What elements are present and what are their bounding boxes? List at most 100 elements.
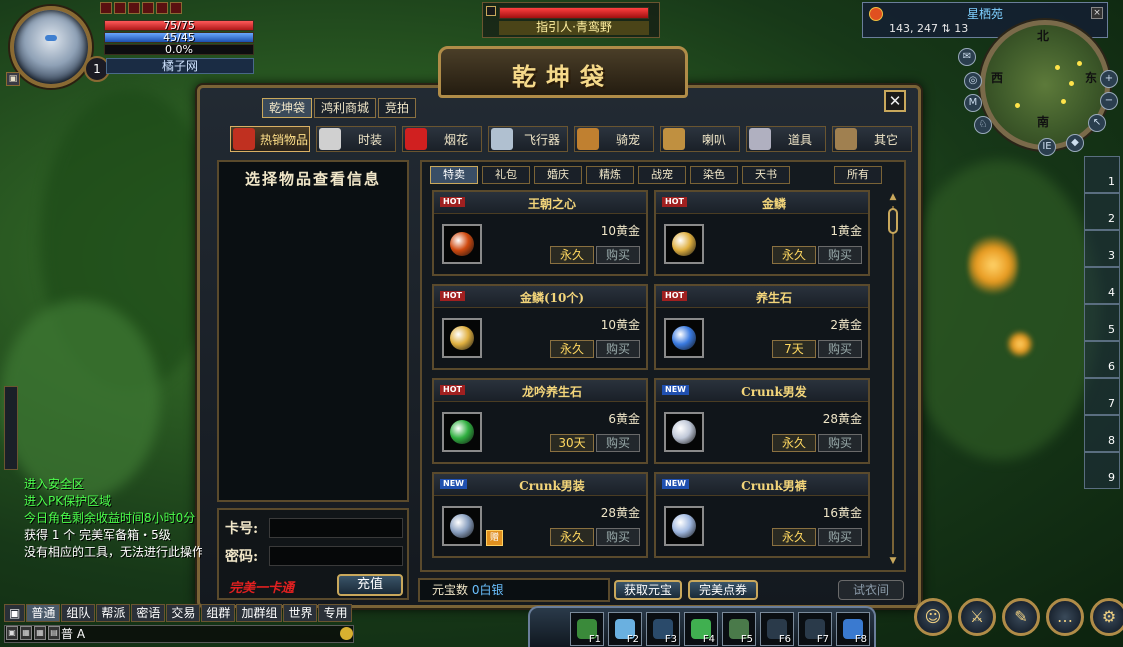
minimap[interactable]: 北 南 西 东: [980, 20, 1110, 150]
shop-item-card[interactable]: HOT 王朝之心 10黄金 永久 购买: [432, 190, 648, 276]
chat-grid-icon[interactable]: ▦: [34, 626, 46, 640]
chat-tab[interactable]: 普通: [26, 604, 61, 622]
map-icon[interactable]: ◎: [964, 72, 982, 90]
skill-slot[interactable]: F3: [646, 612, 680, 646]
buff-icon[interactable]: [100, 2, 112, 14]
heart-gem-icon[interactable]: [442, 224, 482, 264]
shop-item-card[interactable]: HOT 金鳞 1黄金 永久 购买: [654, 190, 870, 276]
scroll-up-icon[interactable]: ▲: [888, 192, 898, 204]
category-tab[interactable]: 其它: [832, 126, 912, 152]
duration-select[interactable]: 永久: [550, 528, 594, 546]
sub-tab[interactable]: 染色: [690, 166, 738, 184]
hotbar-slot[interactable]: 1: [1084, 156, 1120, 193]
settings-icon[interactable]: ⚙: [1090, 598, 1123, 636]
hotbar-slot[interactable]: 6: [1084, 341, 1120, 378]
tab-hongli-mall[interactable]: 鸿利商城: [314, 98, 377, 118]
skill-slot[interactable]: F8: [836, 612, 870, 646]
chat-tab[interactable]: 加群组: [236, 604, 283, 622]
tab-qiankun-bag[interactable]: 乾坤袋: [262, 98, 313, 118]
sub-tab[interactable]: 婚庆: [534, 166, 582, 184]
chat-tab[interactable]: 帮派: [96, 604, 131, 622]
perfect-points-button[interactable]: 完美点券: [688, 580, 758, 600]
buy-button[interactable]: 购买: [596, 340, 640, 358]
buff-icon[interactable]: [170, 2, 182, 14]
quest-icon[interactable]: ✎: [1002, 598, 1040, 636]
shop-item-card[interactable]: NEW Crunk男发 28黄金 永久 购买: [654, 378, 870, 464]
buff-icon[interactable]: [128, 2, 140, 14]
duration-select[interactable]: 30天: [550, 434, 594, 452]
fitting-room-button[interactable]: 试衣间: [838, 580, 904, 600]
buy-button[interactable]: 购买: [818, 340, 862, 358]
sub-tab-all[interactable]: 所有: [834, 166, 882, 184]
skills-icon[interactable]: ⚔: [958, 598, 996, 636]
recharge-button[interactable]: 充值: [337, 574, 403, 596]
green-orb-icon[interactable]: [442, 412, 482, 452]
skill-slot[interactable]: F2: [608, 612, 642, 646]
skill-slot[interactable]: F1: [570, 612, 604, 646]
ie-button[interactable]: IE: [1038, 138, 1056, 156]
duration-select[interactable]: 永久: [772, 434, 816, 452]
category-tab[interactable]: 时装: [316, 126, 396, 152]
target-frame[interactable]: 指引人·青鸾野: [482, 2, 660, 38]
duration-select[interactable]: 永久: [772, 528, 816, 546]
chat-lock-icon[interactable]: ▣: [6, 626, 18, 640]
buy-button[interactable]: 购买: [596, 434, 640, 452]
mail-icon[interactable]: ✉: [958, 48, 976, 66]
duration-select[interactable]: 7天: [772, 340, 816, 358]
chat-tab[interactable]: 专用: [318, 604, 353, 622]
helmet-icon[interactable]: ♘: [974, 116, 992, 134]
chat-tab[interactable]: 交易: [166, 604, 201, 622]
buff-icon[interactable]: [114, 2, 126, 14]
mall-icon[interactable]: M: [964, 94, 982, 112]
blue-orb-icon[interactable]: [664, 318, 704, 358]
card-password-input[interactable]: [269, 546, 403, 566]
hotbar-slot[interactable]: 4: [1084, 267, 1120, 304]
cursor-icon[interactable]: ↖: [1088, 114, 1106, 132]
shop-item-card[interactable]: NEW Crunk男装 28黄金 永久 购买 赠: [432, 472, 648, 558]
outfit-icon[interactable]: [442, 506, 482, 546]
item-scrollbar[interactable]: ▲ ▼: [888, 192, 898, 568]
hotbar-slot[interactable]: 2: [1084, 193, 1120, 230]
scroll-down-icon[interactable]: ▼: [888, 556, 898, 568]
buy-button[interactable]: 购买: [596, 246, 640, 264]
sub-tab[interactable]: 特卖: [430, 166, 478, 184]
buff-icon[interactable]: [156, 2, 168, 14]
category-tab[interactable]: 骑宠: [574, 126, 654, 152]
shop-item-card[interactable]: HOT 金鳞(10个) 10黄金 永久 购买: [432, 284, 648, 370]
category-tab[interactable]: 烟花: [402, 126, 482, 152]
skill-slot[interactable]: F6: [760, 612, 794, 646]
category-tab[interactable]: 飞行器: [488, 126, 568, 152]
zoom-out-icon[interactable]: −: [1100, 92, 1118, 110]
chat-bubble-icon[interactable]: …: [1046, 598, 1084, 636]
buy-button[interactable]: 购买: [596, 528, 640, 546]
category-tab[interactable]: 热销物品: [230, 126, 310, 152]
duration-select[interactable]: 永久: [772, 246, 816, 264]
buy-button[interactable]: 购买: [818, 246, 862, 264]
hotbar-slot[interactable]: 9: [1084, 452, 1120, 489]
close-icon[interactable]: ×: [1091, 7, 1103, 19]
sub-tab[interactable]: 精炼: [586, 166, 634, 184]
lock-icon[interactable]: ▣: [6, 72, 20, 86]
chat-channel-icon[interactable]: ▤: [48, 626, 60, 640]
chat-tab[interactable]: 组队: [61, 604, 96, 622]
chat-lock-icon[interactable]: ▣: [4, 604, 26, 622]
buy-button[interactable]: 购买: [818, 434, 862, 452]
get-yuanbao-button[interactable]: 获取元宝: [614, 580, 682, 600]
gold-scale-icon[interactable]: [442, 318, 482, 358]
scroll-thumb[interactable]: [888, 208, 898, 234]
player-portrait[interactable]: [10, 6, 92, 88]
duration-select[interactable]: 永久: [550, 340, 594, 358]
hotbar-slot[interactable]: 5: [1084, 304, 1120, 341]
category-tab[interactable]: 道具: [746, 126, 826, 152]
chat-tab[interactable]: 密语: [131, 604, 166, 622]
skill-slot[interactable]: F5: [722, 612, 756, 646]
hotbar-slot[interactable]: 3: [1084, 230, 1120, 267]
zoom-in-icon[interactable]: +: [1100, 70, 1118, 88]
pants-icon[interactable]: [664, 506, 704, 546]
chat-tab[interactable]: 世界: [283, 604, 318, 622]
sub-tab[interactable]: 礼包: [482, 166, 530, 184]
sub-tab[interactable]: 天书: [742, 166, 790, 184]
duration-select[interactable]: 永久: [550, 246, 594, 264]
chat-grid-icon[interactable]: ▦: [20, 626, 32, 640]
hotbar-slot[interactable]: 8: [1084, 415, 1120, 452]
